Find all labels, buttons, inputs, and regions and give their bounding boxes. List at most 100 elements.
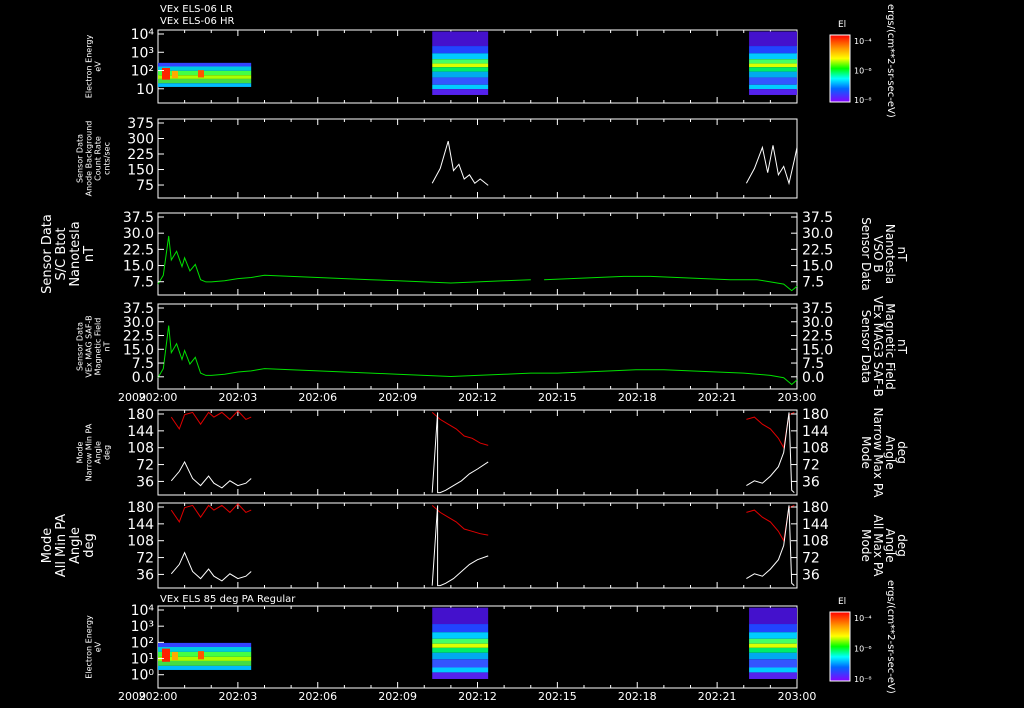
spectrogram-band xyxy=(432,89,489,95)
spectrogram-band xyxy=(749,31,797,47)
y-tick-label-right: 36 xyxy=(802,567,820,583)
panel-frame-2 xyxy=(157,212,798,296)
spectrogram-band xyxy=(749,624,797,633)
y-tick-label: 75 xyxy=(136,178,154,194)
spectrogram-band xyxy=(432,84,489,90)
y-axis-label-right: Sensor Data xyxy=(859,310,873,384)
spectrogram-block-0 xyxy=(158,642,252,670)
x-tick-label: 202:03 xyxy=(219,391,258,404)
panel-frame-4 xyxy=(157,409,798,496)
count_rate-series-0-segment-0 xyxy=(431,140,489,186)
panel-frame-5 xyxy=(157,502,798,589)
btot-series-0-segment-0 xyxy=(157,235,531,285)
x-tick-label: 203:00 xyxy=(778,690,817,703)
y-axis-label-right: Magnetic Field xyxy=(883,303,897,389)
y-axis-label-right: All Max PA xyxy=(871,515,885,578)
y-axis-label: Angle xyxy=(68,527,83,564)
y-tick-label: 36 xyxy=(136,474,154,490)
mag3-series-0-segment-0 xyxy=(157,325,798,386)
spectrogram-band xyxy=(432,638,489,644)
y-tick-label: 10² xyxy=(131,64,154,80)
spectrogram-hotspot xyxy=(172,651,178,661)
y-axis-label: Electron Energy xyxy=(85,615,94,679)
y-axis-label: VEx MAG SAF-B xyxy=(85,315,94,377)
y-axis-label-right: Sensor Data xyxy=(859,217,873,291)
spectrogram-band xyxy=(749,71,797,78)
x-tick-label: 202:09 xyxy=(378,690,417,703)
spectrogram-band xyxy=(432,672,489,679)
colorbar-unit: ergs/(cm**2-sr-sec-eV) xyxy=(885,4,896,118)
colorbar-1 xyxy=(829,611,851,682)
title-hr: VEx ELS-06 HR xyxy=(160,16,235,27)
colorbar-0 xyxy=(829,34,851,103)
y-axis-label: Nanotesla xyxy=(68,221,83,286)
x-tick-label: 202:15 xyxy=(538,391,577,404)
spectrogram-band xyxy=(158,62,252,67)
y-tick-label-right: 108 xyxy=(802,441,829,457)
narrow_pa-series-1-segment-2 xyxy=(746,412,795,493)
y-tick-label: 10³ xyxy=(131,45,154,61)
spectrogram-band xyxy=(432,63,489,68)
spectrogram-band xyxy=(749,59,797,64)
y-tick-label: 10⁴ xyxy=(131,603,155,619)
x-tick-label: 202:18 xyxy=(618,391,657,404)
y-tick-label: 72 xyxy=(136,458,154,474)
colorbar-tick-label: 10⁻⁴ xyxy=(854,614,872,623)
y-axis-label-right: Mode xyxy=(859,529,873,562)
y-tick-label-right: 108 xyxy=(802,534,829,550)
spectrogram-band xyxy=(158,66,252,71)
year-label: 2009 xyxy=(118,690,146,703)
y-tick-label-right: 72 xyxy=(802,551,820,567)
spectrogram-band xyxy=(749,607,797,625)
y-axis-label-right: VEx MAG3 SAF-B xyxy=(871,296,885,397)
x-tick-label: 202:03 xyxy=(219,690,258,703)
spectrogram-band xyxy=(749,53,797,60)
y-axis-label: eV xyxy=(94,641,103,652)
y-axis-label-right: Mode xyxy=(859,436,873,469)
y-tick-label-right: 180 xyxy=(802,407,829,423)
spectrogram-band xyxy=(432,31,489,47)
spectrogram-band xyxy=(432,46,489,54)
spectrogram-band xyxy=(432,71,489,78)
y-axis-label-right: deg xyxy=(895,441,909,464)
spectrogram-band xyxy=(749,667,797,673)
spectrogram-band xyxy=(749,659,797,668)
spectrogram-band xyxy=(432,652,489,660)
spectrogram-band xyxy=(749,63,797,68)
all_pa-series-0-segment-1 xyxy=(431,505,489,536)
narrow_pa-series-0-segment-0 xyxy=(170,410,252,430)
spectrogram-band xyxy=(749,647,797,653)
y-tick-label: 144 xyxy=(127,424,154,440)
y-axis-label: Mode xyxy=(76,442,85,464)
colorbar-label: El xyxy=(838,20,846,30)
spectrogram-band xyxy=(158,70,252,76)
x-tick-label: 203:00 xyxy=(778,391,817,404)
y-axis-label-right: nT xyxy=(895,339,909,355)
spectrogram-band xyxy=(749,652,797,660)
narrow_pa-series-0-segment-1 xyxy=(431,412,489,446)
spectrogram-hotspot xyxy=(198,651,204,660)
narrow_pa-series-1-segment-1 xyxy=(431,412,489,494)
y-tick-label-right: 0.0 xyxy=(802,370,824,386)
y-axis-label: Angle xyxy=(94,441,103,464)
spectrogram-band xyxy=(749,84,797,90)
y-tick-label: 7.5 xyxy=(132,275,154,291)
spectrogram-block-2 xyxy=(749,31,797,95)
all_pa-series-0-segment-0 xyxy=(170,503,252,523)
spectrogram-block-1 xyxy=(432,607,489,679)
x-tick-label: 202:06 xyxy=(298,391,337,404)
y-tick-label: 375 xyxy=(127,116,154,132)
spectrogram-band xyxy=(158,75,252,79)
y-axis-label: eV xyxy=(94,61,103,72)
y-tick-label: 72 xyxy=(136,551,154,567)
y-axis-label-right: nT xyxy=(895,247,909,263)
spectrogram-band xyxy=(749,632,797,639)
y-axis-label-right: Angle xyxy=(883,435,897,469)
colorbar-tick-label: 10⁻⁶ xyxy=(854,67,872,76)
spectrogram-block-1 xyxy=(432,31,489,95)
x-tick-label: 202:21 xyxy=(698,690,737,703)
spectrogram-band xyxy=(749,638,797,644)
spectrogram-band xyxy=(749,643,797,648)
spectrogram-band xyxy=(749,89,797,95)
y-tick-label: 22.5 xyxy=(123,242,154,258)
